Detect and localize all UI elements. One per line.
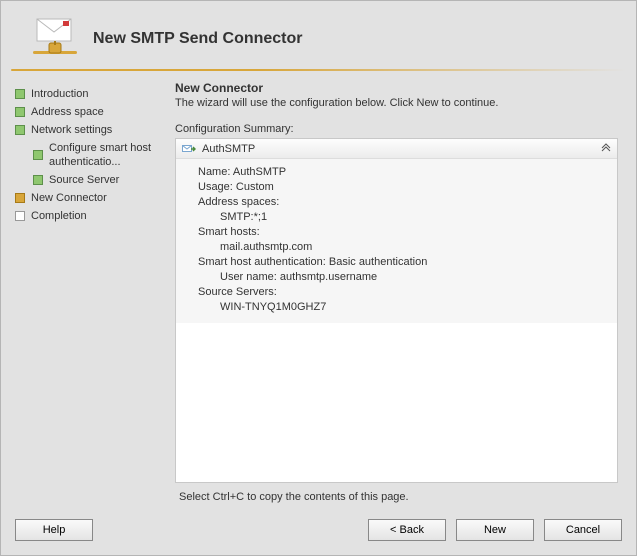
step-new-connector[interactable]: New Connector	[15, 189, 165, 207]
divider	[11, 69, 626, 71]
mail-connector-icon	[31, 15, 79, 63]
summary-label: Configuration Summary:	[175, 123, 618, 135]
wizard-steps-sidebar: Introduction Address space Network setti…	[15, 81, 165, 483]
summary-connector-name: AuthSMTP	[202, 143, 255, 155]
new-button[interactable]: New	[456, 519, 534, 541]
wizard-dialog: New SMTP Send Connector Introduction Add…	[0, 0, 637, 556]
connector-icon	[182, 143, 196, 155]
summary-details: Name: AuthSMTP Usage: Custom Address spa…	[176, 159, 617, 323]
cancel-button[interactable]: Cancel	[544, 519, 622, 541]
step-network-settings[interactable]: Network settings	[15, 121, 165, 139]
back-button[interactable]: < Back	[368, 519, 446, 541]
step-address-space[interactable]: Address space	[15, 103, 165, 121]
summary-header[interactable]: AuthSMTP	[176, 139, 617, 159]
button-bar: Help < Back New Cancel	[1, 513, 636, 555]
page-description: The wizard will use the configuration be…	[175, 97, 618, 109]
dialog-body: Introduction Address space Network setti…	[1, 75, 636, 483]
step-source-server[interactable]: Source Server	[15, 171, 165, 189]
help-button[interactable]: Help	[15, 519, 93, 541]
step-completion[interactable]: Completion	[15, 207, 165, 225]
copy-hint: Select Ctrl+C to copy the contents of th…	[1, 483, 636, 513]
step-introduction[interactable]: Introduction	[15, 85, 165, 103]
configuration-summary-box: AuthSMTP Name: AuthSMTP Usage: Custom Ad…	[175, 138, 618, 483]
collapse-chevron-icon[interactable]	[601, 142, 611, 155]
dialog-title: New SMTP Send Connector	[93, 30, 303, 48]
summary-empty-area	[176, 323, 617, 482]
main-panel: New Connector The wizard will use the co…	[175, 81, 622, 483]
step-smart-host-auth[interactable]: Configure smart host authenticatio...	[15, 139, 165, 171]
page-heading: New Connector	[175, 81, 618, 95]
dialog-header: New SMTP Send Connector	[1, 1, 636, 67]
